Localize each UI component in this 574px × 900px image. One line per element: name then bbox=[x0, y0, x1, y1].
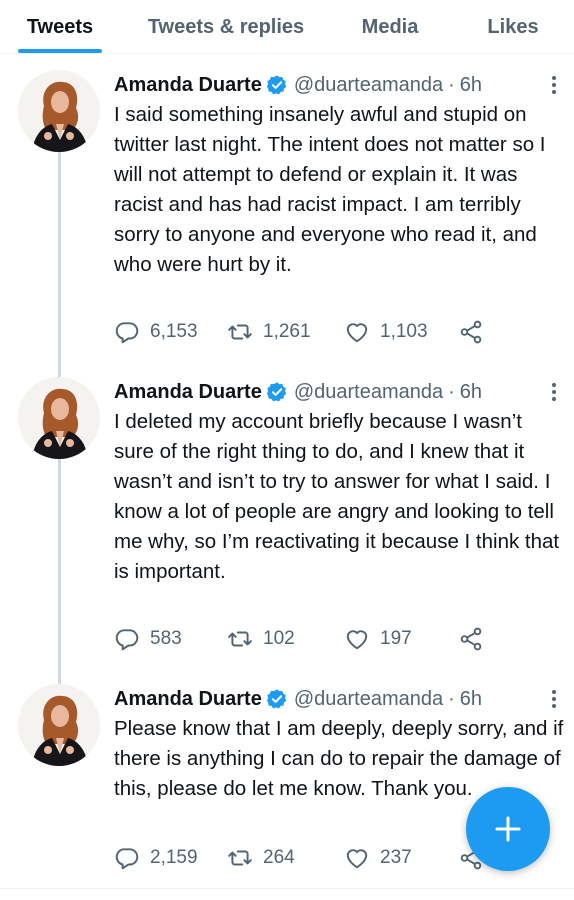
retweet-count: 102 bbox=[263, 628, 295, 649]
more-vertical-icon[interactable] bbox=[544, 381, 564, 403]
tab-likes[interactable]: Likes bbox=[470, 0, 556, 54]
author-handle[interactable]: @duarteamanda bbox=[294, 381, 443, 404]
share-button[interactable] bbox=[458, 624, 484, 654]
more-vertical-icon[interactable] bbox=[544, 74, 564, 96]
reply-button[interactable]: 2,159 bbox=[114, 843, 198, 873]
tab-tweets-and-replies[interactable]: Tweets & replies bbox=[128, 0, 324, 54]
retweet-count: 264 bbox=[263, 847, 295, 868]
like-count: 237 bbox=[380, 847, 412, 868]
tweet-header: Amanda Duarte @duarteamanda · 6h bbox=[114, 684, 560, 714]
profile-tabs: Tweets Tweets & replies Media Likes bbox=[0, 0, 574, 54]
tweet-actions: 583 102 197 bbox=[114, 624, 574, 654]
tweet-header: Amanda Duarte @duarteamanda · 6h bbox=[114, 377, 560, 407]
like-count: 1,103 bbox=[380, 321, 428, 342]
more-vertical-icon[interactable] bbox=[544, 688, 564, 710]
tweet-text: I deleted my account briefly because I w… bbox=[114, 410, 560, 583]
verified-badge-icon bbox=[266, 382, 287, 402]
author-name[interactable]: Amanda Duarte bbox=[114, 688, 262, 711]
reply-button[interactable]: 6,153 bbox=[114, 317, 198, 347]
verified-badge-icon bbox=[266, 689, 287, 709]
like-count: 197 bbox=[380, 628, 412, 649]
compose-tweet-button[interactable] bbox=[466, 787, 550, 871]
share-icon bbox=[460, 320, 482, 344]
author-handle[interactable]: @duarteamanda bbox=[294, 688, 443, 711]
like-button[interactable]: 237 bbox=[344, 843, 412, 873]
reply-button[interactable]: 583 bbox=[114, 624, 182, 654]
active-tab-indicator bbox=[18, 49, 102, 53]
like-button[interactable]: 197 bbox=[344, 624, 412, 654]
separator-dot: · bbox=[448, 380, 455, 403]
retweet-count: 1,261 bbox=[263, 321, 311, 342]
verified-badge-icon bbox=[266, 75, 287, 95]
author-handle[interactable]: @duarteamanda bbox=[294, 74, 443, 97]
retweet-button[interactable]: 264 bbox=[227, 843, 295, 873]
reply-icon bbox=[115, 848, 139, 870]
like-icon bbox=[346, 323, 368, 343]
timestamp[interactable]: 6h bbox=[460, 74, 482, 97]
tweet[interactable]: Amanda Duarte @duarteamanda · 6h I delet… bbox=[0, 377, 574, 677]
tweet[interactable]: Amanda Duarte @duarteamanda · 6h I said … bbox=[0, 70, 574, 370]
share-icon bbox=[460, 627, 482, 651]
retweet-icon bbox=[228, 850, 252, 866]
plus-icon bbox=[495, 816, 521, 842]
separator-dot: · bbox=[448, 687, 455, 710]
author-name[interactable]: Amanda Duarte bbox=[114, 381, 262, 404]
like-button[interactable]: 1,103 bbox=[344, 317, 428, 347]
retweet-button[interactable]: 1,261 bbox=[227, 317, 311, 347]
timestamp[interactable]: 6h bbox=[460, 381, 482, 404]
reply-count: 6,153 bbox=[150, 321, 198, 342]
reply-icon bbox=[115, 629, 139, 651]
reply-count: 2,159 bbox=[150, 847, 198, 868]
avatar[interactable] bbox=[18, 377, 100, 459]
tweet-actions: 6,153 1,261 1,103 bbox=[114, 317, 574, 347]
avatar[interactable] bbox=[18, 684, 100, 766]
avatar[interactable] bbox=[18, 70, 100, 152]
reply-icon bbox=[115, 322, 139, 344]
share-button[interactable] bbox=[458, 317, 484, 347]
retweet-button[interactable]: 102 bbox=[227, 624, 295, 654]
retweet-icon bbox=[228, 631, 252, 647]
reply-count: 583 bbox=[150, 628, 182, 649]
tweet-text: I said something insanely awful and stup… bbox=[114, 103, 546, 276]
tab-media[interactable]: Media bbox=[340, 0, 440, 54]
retweet-icon bbox=[228, 324, 252, 340]
like-icon bbox=[346, 849, 368, 869]
like-icon bbox=[346, 630, 368, 650]
tab-tweets[interactable]: Tweets bbox=[0, 0, 120, 54]
tweet-header: Amanda Duarte @duarteamanda · 6h bbox=[114, 70, 560, 100]
separator-dot: · bbox=[448, 73, 455, 96]
author-name[interactable]: Amanda Duarte bbox=[114, 74, 262, 97]
timestamp[interactable]: 6h bbox=[460, 688, 482, 711]
divider bbox=[0, 888, 574, 889]
